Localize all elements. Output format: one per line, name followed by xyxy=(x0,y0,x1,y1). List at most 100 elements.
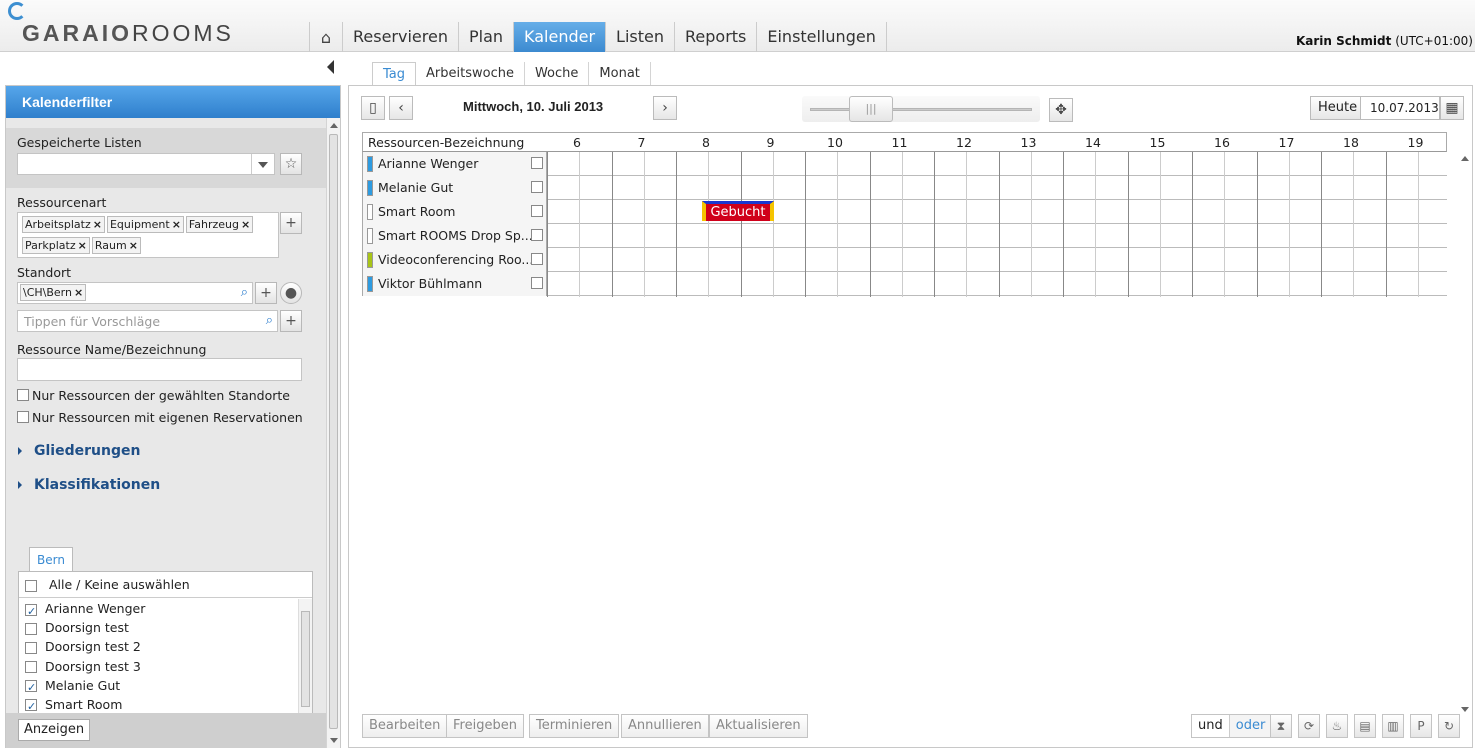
resource-list-item[interactable]: Arianne Wenger xyxy=(19,599,297,621)
tab-monat[interactable]: Monat xyxy=(589,62,651,86)
date-input[interactable]: 10.07.2013 xyxy=(1360,96,1440,120)
tab-woche[interactable]: Woche xyxy=(525,62,590,86)
book-icon[interactable]: ▯ xyxy=(361,96,385,120)
nav-kalender[interactable]: Kalender xyxy=(514,22,607,52)
add-location-button[interactable]: + xyxy=(255,282,277,304)
checkbox[interactable] xyxy=(25,579,37,592)
checkbox[interactable] xyxy=(17,410,29,423)
resource-row[interactable]: Arianne Wenger xyxy=(362,152,1447,176)
section-klassifikationen[interactable]: Klassifikationen xyxy=(18,477,160,493)
resource-row[interactable]: Smart Room xyxy=(362,200,1447,224)
option-own-reservations[interactable]: Nur Ressourcen mit eigenen Reservationen xyxy=(17,410,303,425)
catering-icon[interactable]: ♨ xyxy=(1326,714,1348,738)
resource-list-item[interactable]: Doorsign test 3 xyxy=(19,657,297,676)
resource-list-item[interactable]: Melanie Gut xyxy=(19,676,297,697)
row-checkbox[interactable] xyxy=(531,253,543,265)
panel-scrollbar[interactable] xyxy=(326,118,340,748)
reload-icon[interactable]: ↻ xyxy=(1438,714,1460,738)
row-checkbox[interactable] xyxy=(531,229,543,241)
row-checkbox[interactable] xyxy=(531,205,543,217)
globe-icon[interactable]: ● xyxy=(280,282,302,304)
tag-equipment[interactable]: Equipment × xyxy=(106,216,184,233)
add-suggestion-button[interactable]: + xyxy=(280,310,302,332)
resource-row[interactable]: Melanie Gut xyxy=(362,176,1447,200)
schedule-button[interactable]: Terminieren xyxy=(529,714,620,738)
resource-list-item[interactable]: Smart Room xyxy=(19,695,297,716)
select-all-row[interactable]: Alle / Keine auswählen xyxy=(19,572,312,598)
tab-tag[interactable]: Tag xyxy=(372,62,417,86)
user-info[interactable]: Karin Schmidt (UTC+01:00) xyxy=(1296,34,1473,48)
nav-reservieren[interactable]: Reservieren xyxy=(343,22,459,52)
tab-bern[interactable]: Bern xyxy=(29,547,73,571)
cancel-button[interactable]: Annullieren xyxy=(621,714,709,738)
booking-block[interactable]: Gebucht xyxy=(702,201,774,221)
calendar-picker-icon[interactable]: ▦ xyxy=(1440,96,1464,120)
tag-parkplatz[interactable]: Parkplatz × xyxy=(22,237,90,254)
refresh-button[interactable]: Aktualisieren xyxy=(709,714,808,738)
grid-line xyxy=(1127,152,1129,297)
tag-location[interactable]: \CH\Bern × xyxy=(20,284,87,301)
search-icon[interactable]: ⌕ xyxy=(241,285,248,300)
resource-list-item[interactable]: Doorsign test 2 xyxy=(19,637,297,656)
resource-name-input[interactable] xyxy=(17,358,302,381)
today-button[interactable]: Heute xyxy=(1310,96,1366,120)
checkbox[interactable] xyxy=(25,661,37,674)
checkbox[interactable] xyxy=(25,678,37,697)
resource-row[interactable]: Viktor Bühlmann xyxy=(362,272,1447,296)
parking-icon[interactable]: P xyxy=(1410,714,1432,738)
checkbox[interactable] xyxy=(25,697,37,716)
saved-lists-select[interactable] xyxy=(17,153,275,175)
grid-line xyxy=(1417,152,1419,297)
resource-type-tags[interactable]: Arbeitsplatz × Equipment × Fahrzeug × Parkplat… xyxy=(17,212,279,258)
search-icon[interactable]: ⌕ xyxy=(266,313,273,328)
doorsign-icon[interactable]: ▥ xyxy=(1382,714,1404,738)
home-icon[interactable]: ⌂ xyxy=(309,22,343,52)
row-checkbox[interactable] xyxy=(531,277,543,289)
location-input[interactable]: \CH\Bern × ⌕ xyxy=(17,282,253,304)
nav-listen[interactable]: Listen xyxy=(606,22,675,52)
resource-row[interactable]: Smart ROOMS Drop Sp... xyxy=(362,224,1447,248)
checkbox[interactable] xyxy=(25,602,37,621)
show-button[interactable]: Anzeigen xyxy=(18,719,91,741)
suggestion-input[interactable]: Tippen für Vorschläge ⌕ xyxy=(17,310,278,332)
book-open-icon[interactable]: ▤ xyxy=(1354,714,1376,738)
tab-arbeitswoche[interactable]: Arbeitswoche xyxy=(416,62,525,86)
hour-label: 8 xyxy=(702,135,710,150)
sync-icon[interactable]: ⟳ xyxy=(1298,714,1320,738)
row-checkbox[interactable] xyxy=(531,157,543,169)
edit-button[interactable]: Bearbeiten xyxy=(362,714,448,738)
resource-row[interactable]: Videoconferencing Roo... xyxy=(362,248,1447,272)
nav-plan[interactable]: Plan xyxy=(459,22,515,52)
logo-text-garaio: GARAIO xyxy=(22,20,132,46)
add-resource-type-button[interactable]: + xyxy=(280,212,302,234)
zoom-slider[interactable]: ||| xyxy=(802,96,1040,122)
slider-handle[interactable]: ||| xyxy=(849,96,893,122)
remove-tag-icon: × xyxy=(171,218,181,231)
resource-list-item[interactable]: Doorsign test xyxy=(19,618,297,637)
nav-reports[interactable]: Reports xyxy=(675,22,758,52)
section-gliederungen[interactable]: Gliederungen xyxy=(18,443,140,459)
move-arrows-icon[interactable]: ✥ xyxy=(1049,98,1073,122)
previous-day-button[interactable]: ‹ xyxy=(389,96,413,120)
grid-scrollbar[interactable] xyxy=(1458,152,1472,712)
save-list-star-icon[interactable]: ☆ xyxy=(280,153,302,175)
tag-fahrzeug[interactable]: Fahrzeug × xyxy=(185,216,254,233)
grid-line xyxy=(901,152,903,297)
tag-raum[interactable]: Raum × xyxy=(91,237,141,254)
or-option[interactable]: oder xyxy=(1229,715,1272,737)
option-selected-locations[interactable]: Nur Ressourcen der gewählten Standorte xyxy=(17,388,290,403)
and-or-toggle[interactable]: und oder xyxy=(1191,714,1273,738)
row-checkbox[interactable] xyxy=(531,181,543,193)
hourglass-icon[interactable]: ⧗ xyxy=(1270,714,1292,738)
checkbox[interactable] xyxy=(17,388,29,401)
release-button[interactable]: Freigeben xyxy=(446,714,524,738)
checkbox[interactable] xyxy=(25,622,37,635)
tag-arbeitsplatz[interactable]: Arbeitsplatz × xyxy=(22,216,105,233)
and-option[interactable]: und xyxy=(1192,715,1230,737)
checkbox[interactable] xyxy=(25,641,37,654)
calendar-toolbar: ▯ ‹ Mittwoch, 10. Juli 2013 › ||| ✥ Heut… xyxy=(349,86,1472,128)
resource-row-label: Smart Room xyxy=(378,204,456,219)
collapse-panel-icon[interactable] xyxy=(327,60,334,74)
next-day-button[interactable]: › xyxy=(653,96,677,120)
nav-einstellungen[interactable]: Einstellungen xyxy=(757,22,887,52)
